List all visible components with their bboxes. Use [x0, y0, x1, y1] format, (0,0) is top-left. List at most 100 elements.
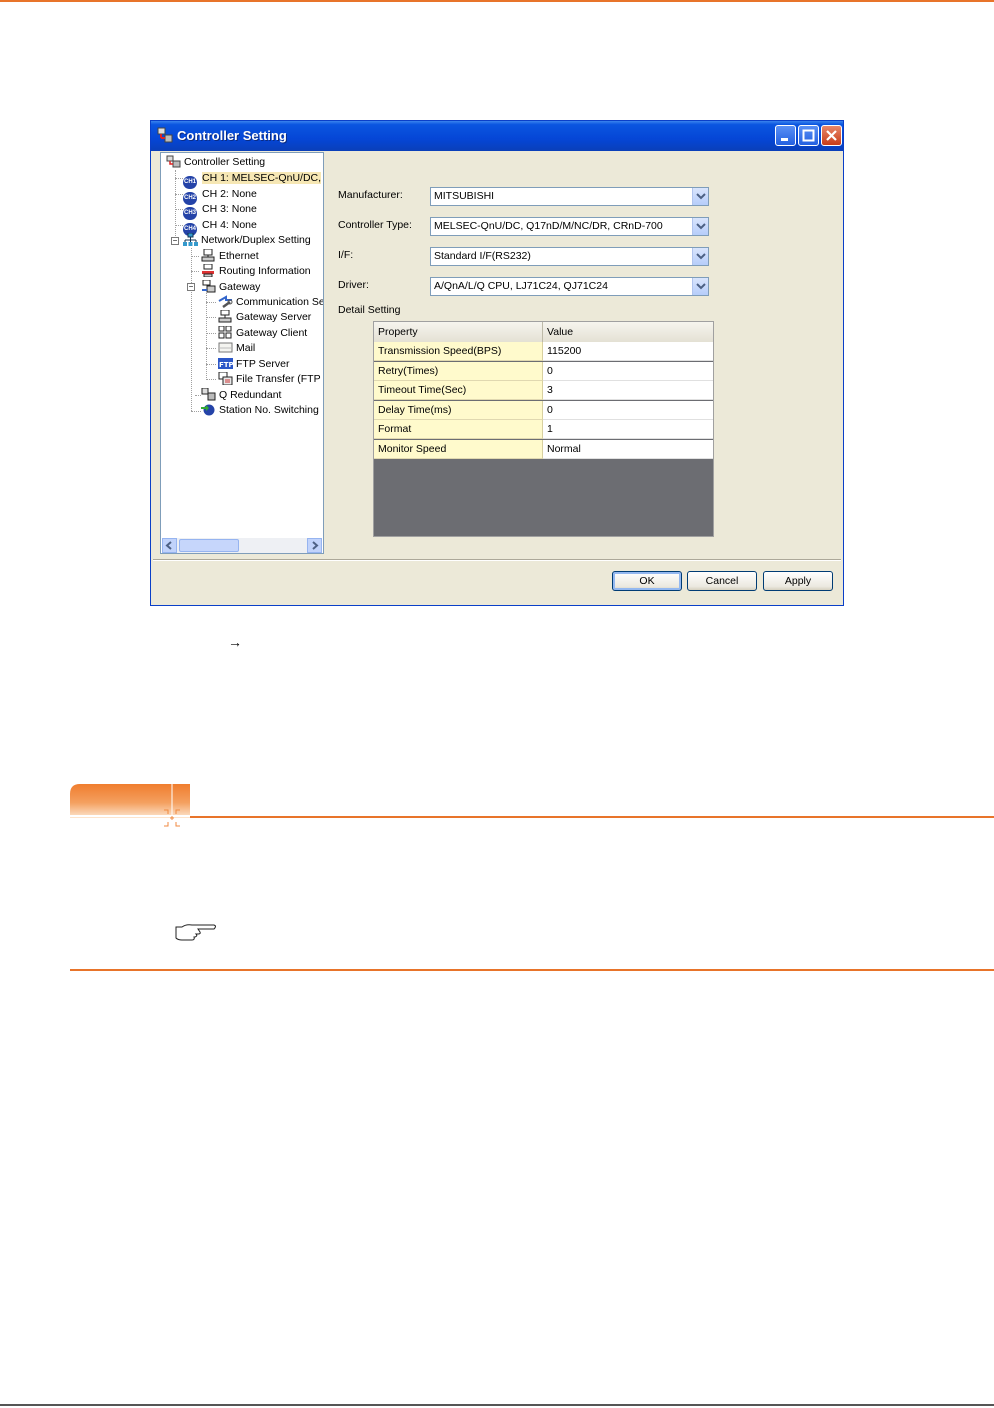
tree-item-ch2[interactable]: CH2 CH 2: None [183, 187, 257, 205]
tree-item-ch3[interactable]: CH3 CH 3: None [183, 202, 257, 220]
grid-value-cell[interactable]: Normal [543, 439, 713, 459]
detail-setting-label: Detail Setting [338, 304, 401, 316]
grid-header-value[interactable]: Value [543, 322, 713, 342]
svg-text:FTP: FTP [219, 361, 233, 369]
collapse-network-toggle[interactable]: − [171, 237, 179, 245]
tree-item-ftp-server[interactable]: FTP FTP Server [218, 357, 289, 372]
tree-item-ch1[interactable]: CH1 CH 1: MELSEC-QnU/DC, [183, 171, 322, 189]
grid-value-cell[interactable]: 0 [543, 400, 713, 420]
close-button[interactable] [821, 125, 842, 146]
grid-property-cell: Monitor Speed [374, 439, 543, 459]
settings-tree[interactable]: − − Controller Setting CH1 CH 1: MELSEC-Q… [160, 152, 324, 554]
manufacturer-dropdown-button[interactable] [692, 188, 708, 205]
grid-property-cell: Transmission Speed(BPS) [374, 342, 543, 361]
collapse-gateway-toggle[interactable]: − [187, 283, 195, 291]
network-icon [183, 233, 198, 246]
controller-setting-window: Controller Setting − − Controller Settin… [150, 120, 844, 606]
tree-item-gateway[interactable]: Gateway [201, 280, 260, 295]
apply-button[interactable]: Apply [763, 571, 833, 591]
tree-line [191, 271, 199, 272]
manufacturer-select[interactable]: MITSUBISHI [430, 187, 709, 206]
table-row[interactable]: Timeout Time(Sec) 3 [374, 381, 713, 401]
tree-horizontal-scrollbar[interactable] [162, 538, 322, 553]
grid-property-cell: Format [374, 420, 543, 439]
tree-item-controller-setting[interactable]: Controller Setting [166, 155, 265, 170]
scroll-right-button[interactable] [307, 538, 322, 553]
table-row[interactable]: Transmission Speed(BPS) 115200 [374, 342, 713, 362]
if-value: Standard I/F(RS232) [434, 250, 531, 262]
grid-property-cell: Delay Time(ms) [374, 400, 543, 420]
step-arrow: → [228, 634, 242, 650]
cancel-button[interactable]: Cancel [687, 571, 757, 591]
table-row[interactable]: Format 1 [374, 420, 713, 440]
title-bar[interactable]: Controller Setting [151, 121, 843, 151]
grid-header: Property Value [374, 322, 713, 342]
redundant-icon [201, 388, 216, 401]
chevron-right-icon [312, 541, 319, 550]
ftp-icon: FTP [218, 358, 233, 369]
tree-item-communication-setting[interactable]: Communication Se [218, 295, 323, 310]
tree-line [175, 170, 176, 242]
driver-select[interactable]: A/QnA/L/Q CPU, LJ71C24, QJ71C24 [430, 277, 709, 296]
client-icon [218, 326, 232, 339]
grid-property-cell: Retry(Times) [374, 361, 543, 381]
top-rule [0, 0, 994, 2]
controller-icon [166, 155, 181, 168]
controller-type-dropdown-button[interactable] [692, 218, 708, 235]
ok-button[interactable]: OK [612, 571, 682, 591]
routing-icon [202, 264, 214, 277]
grid-value-cell[interactable]: 115200 [543, 342, 713, 361]
tree-line [175, 194, 183, 195]
tree-item-q-redundant[interactable]: Q Redundant [201, 388, 281, 403]
chevron-down-icon [696, 253, 706, 260]
tree-item-network-duplex[interactable]: Network/Duplex Setting [183, 233, 311, 248]
if-select[interactable]: Standard I/F(RS232) [430, 247, 709, 266]
tree-item-file-transfer[interactable]: File Transfer (FTP [218, 372, 321, 387]
driver-dropdown-button[interactable] [692, 278, 708, 295]
manufacturer-label: Manufacturer: [338, 189, 403, 201]
table-row[interactable]: Retry(Times) 0 [374, 361, 713, 382]
tree-line [206, 302, 216, 303]
tree-item-gateway-client[interactable]: Gateway Client [218, 326, 307, 341]
tree-item-mail[interactable]: Mail [218, 341, 255, 356]
scroll-thumb[interactable] [179, 539, 239, 552]
station-switch-icon [201, 404, 215, 416]
tree-line [206, 293, 207, 380]
minimize-button[interactable] [775, 125, 796, 146]
grid-value-cell[interactable]: 0 [543, 361, 713, 381]
tree-line [191, 248, 192, 411]
tree-line [206, 348, 216, 349]
tree-item-gateway-server[interactable]: Gateway Server [218, 310, 311, 325]
tree-item-routing-information[interactable]: Routing Information [201, 264, 311, 279]
maximize-icon [802, 129, 815, 142]
grid-value-cell[interactable]: 3 [543, 381, 713, 400]
tree-item-ch4[interactable]: CH4 CH 4: None [183, 218, 257, 236]
controller-type-select[interactable]: MELSEC-QnU/DC, Q17nD/M/NC/DR, CRnD-700 [430, 217, 709, 236]
tree-item-ethernet[interactable]: Ethernet [201, 249, 259, 264]
controller-type-value: MELSEC-QnU/DC, Q17nD/M/NC/DR, CRnD-700 [434, 220, 663, 232]
tree-line [191, 411, 201, 412]
driver-value: A/QnA/L/Q CPU, LJ71C24, QJ71C24 [434, 280, 608, 292]
grid-value-cell[interactable]: 1 [543, 420, 713, 439]
controller-type-label: Controller Type: [338, 219, 412, 231]
tree-line [206, 379, 216, 380]
tree-line [175, 225, 183, 226]
if-label: I/F: [338, 249, 354, 261]
bottom-rule [0, 1404, 994, 1406]
tree-line [206, 364, 216, 365]
tree-line [175, 178, 183, 179]
chevron-left-icon [165, 541, 172, 550]
tree-item-station-switching[interactable]: Station No. Switching [201, 403, 319, 418]
maximize-button[interactable] [798, 125, 819, 146]
wrench-icon [218, 295, 233, 308]
table-row[interactable]: Monitor Speed Normal [374, 439, 713, 460]
ethernet-icon [201, 249, 215, 262]
tree-line [191, 256, 199, 257]
controller-icon [157, 127, 173, 143]
file-transfer-icon [218, 372, 233, 385]
grid-header-property[interactable]: Property [374, 322, 543, 342]
table-row[interactable]: Delay Time(ms) 0 [374, 400, 713, 421]
scroll-left-button[interactable] [162, 538, 177, 553]
if-dropdown-button[interactable] [692, 248, 708, 265]
section-rule [190, 816, 994, 818]
